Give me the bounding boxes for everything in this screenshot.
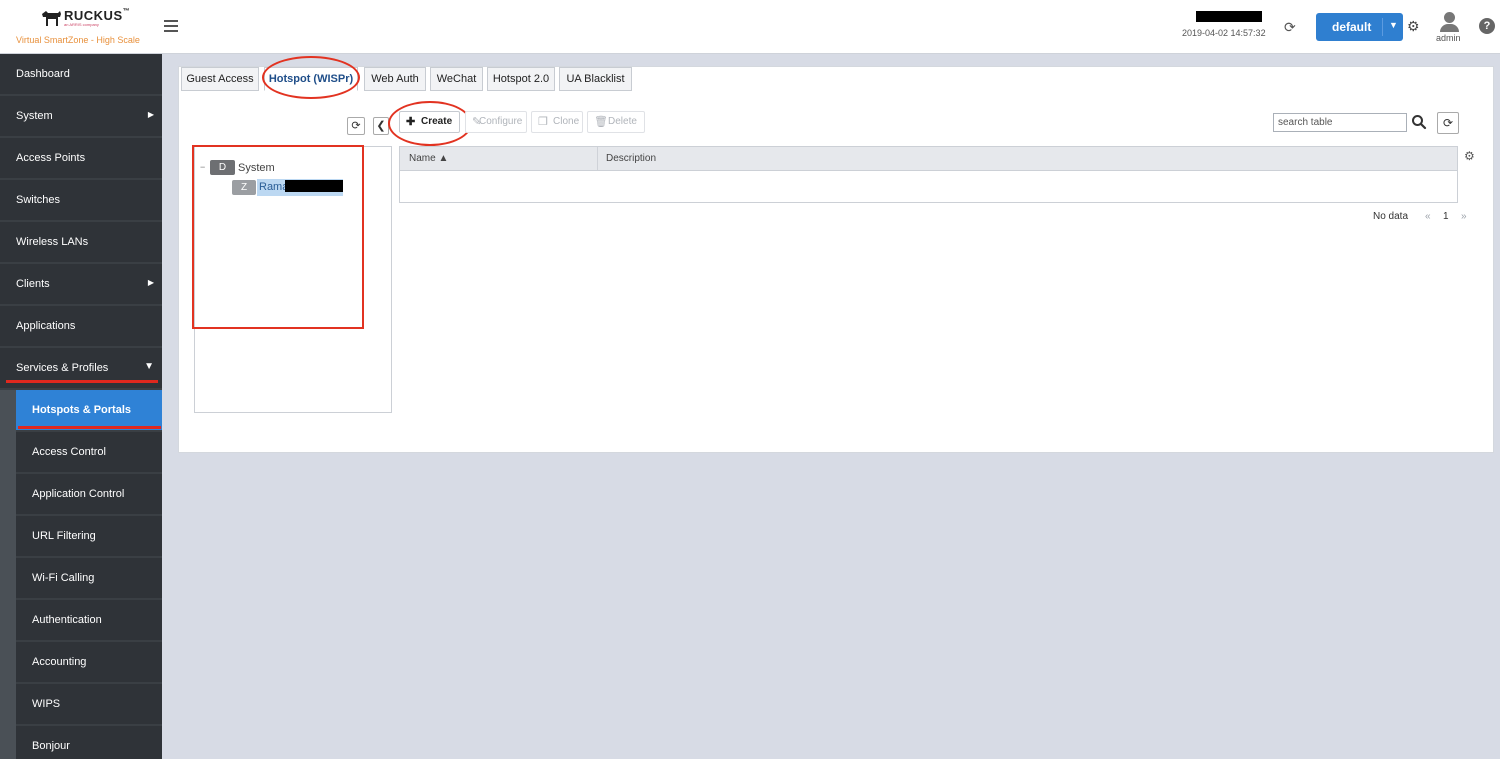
user-avatar-icon — [1444, 12, 1455, 23]
user-menu[interactable]: admin — [1436, 10, 1464, 46]
app-name: Virtual SmartZone - High Scale — [16, 35, 140, 45]
dog-logo-icon — [42, 11, 61, 26]
hotspot-table: Name ▲ Description — [399, 146, 1458, 203]
sidebar-item-applications[interactable]: Applications — [0, 306, 162, 346]
chevron-right-icon: ▶ — [147, 278, 154, 287]
table-settings-gear-icon[interactable]: ⚙ — [1464, 149, 1475, 163]
clone-button[interactable]: ❐ Clone — [531, 111, 583, 133]
tab-ua-blacklist[interactable]: UA Blacklist — [559, 67, 632, 91]
brand-logo: RUCKUS™ — [64, 8, 131, 23]
settings-gear-icon[interactable]: ⚙ — [1407, 18, 1420, 35]
search-icon[interactable] — [1411, 114, 1427, 130]
domain-button-label: default — [1332, 20, 1372, 34]
redacted-controller-name — [1196, 11, 1262, 22]
sidebar-item-url-filtering[interactable]: URL Filtering — [16, 516, 162, 556]
tab-wechat[interactable]: WeChat — [430, 67, 483, 91]
annotation-underline — [6, 380, 158, 383]
top-header: RUCKUS™ an ARRIS company Virtual SmartZo… — [0, 0, 1500, 54]
delete-button[interactable]: 🗑 Delete — [587, 111, 645, 133]
tab-web-auth[interactable]: Web Auth — [364, 67, 426, 91]
datetime-label: 2019-04-02 14:57:32 — [1182, 28, 1266, 38]
tab-hotspot-2-0[interactable]: Hotspot 2.0 — [487, 67, 555, 91]
clone-icon: ❐ — [538, 116, 548, 128]
annotation-circle — [388, 101, 472, 146]
sidebar-item-accounting[interactable]: Accounting — [16, 642, 162, 682]
caret-down-icon: ▼ — [1389, 20, 1398, 30]
refresh-icon[interactable]: ⟳ — [1284, 19, 1296, 36]
sidebar-item-dashboard[interactable]: Dashboard — [0, 54, 162, 94]
domain-dropdown-button[interactable]: default ▼ — [1316, 13, 1403, 41]
hamburger-menu-icon[interactable] — [164, 20, 178, 32]
annotation-circle — [262, 56, 360, 99]
user-name: admin — [1436, 33, 1461, 43]
sidebar-item-wireless-lans[interactable]: Wireless LANs — [0, 222, 162, 262]
sidebar: Dashboard System ▶ Access Points Switches… — [0, 54, 162, 759]
configure-button[interactable]: ✎ Configure — [465, 111, 527, 133]
pager-status: No data — [1373, 211, 1409, 222]
sidebar-item-wifi-calling[interactable]: Wi-Fi Calling — [16, 558, 162, 598]
pager-prev-icon[interactable]: « — [1425, 211, 1431, 222]
sidebar-item-wips[interactable]: WIPS — [16, 684, 162, 724]
sidebar-item-application-control[interactable]: Application Control — [16, 474, 162, 514]
collapse-panel-icon[interactable]: ❮ — [373, 117, 389, 135]
sidebar-item-hotspots-portals[interactable]: Hotspots & Portals — [16, 390, 162, 430]
annotation-underline — [18, 426, 161, 429]
search-table-input[interactable] — [1273, 113, 1407, 132]
sidebar-item-access-points[interactable]: Access Points — [0, 138, 162, 178]
submenu-rail — [0, 390, 16, 759]
brand-tagline: an ARRIS company — [64, 22, 99, 27]
tab-guest-access[interactable]: Guest Access — [181, 67, 259, 91]
sidebar-item-bonjour[interactable]: Bonjour — [16, 726, 162, 759]
chevron-down-icon: ▼ — [144, 361, 154, 372]
annotation-box — [192, 145, 364, 329]
sidebar-item-switches[interactable]: Switches — [0, 180, 162, 220]
table-header: Name ▲ Description — [400, 147, 1457, 171]
help-icon[interactable]: ? — [1479, 18, 1495, 34]
sidebar-item-system[interactable]: System ▶ — [0, 96, 162, 136]
trash-icon: 🗑 — [594, 116, 608, 128]
column-header-description[interactable]: Description — [606, 147, 656, 170]
chevron-right-icon: ▶ — [147, 110, 154, 119]
tree-refresh-icon[interactable]: ⟳ — [347, 117, 365, 135]
table-refresh-icon[interactable]: ⟳ — [1437, 112, 1459, 134]
column-header-name[interactable]: Name ▲ — [409, 147, 448, 170]
pager-next-icon[interactable]: » — [1461, 211, 1467, 222]
sidebar-item-access-control[interactable]: Access Control — [16, 432, 162, 472]
pager-page-number[interactable]: 1 — [1443, 211, 1449, 222]
sidebar-item-clients[interactable]: Clients ▶ — [0, 264, 162, 304]
sidebar-item-authentication[interactable]: Authentication — [16, 600, 162, 640]
